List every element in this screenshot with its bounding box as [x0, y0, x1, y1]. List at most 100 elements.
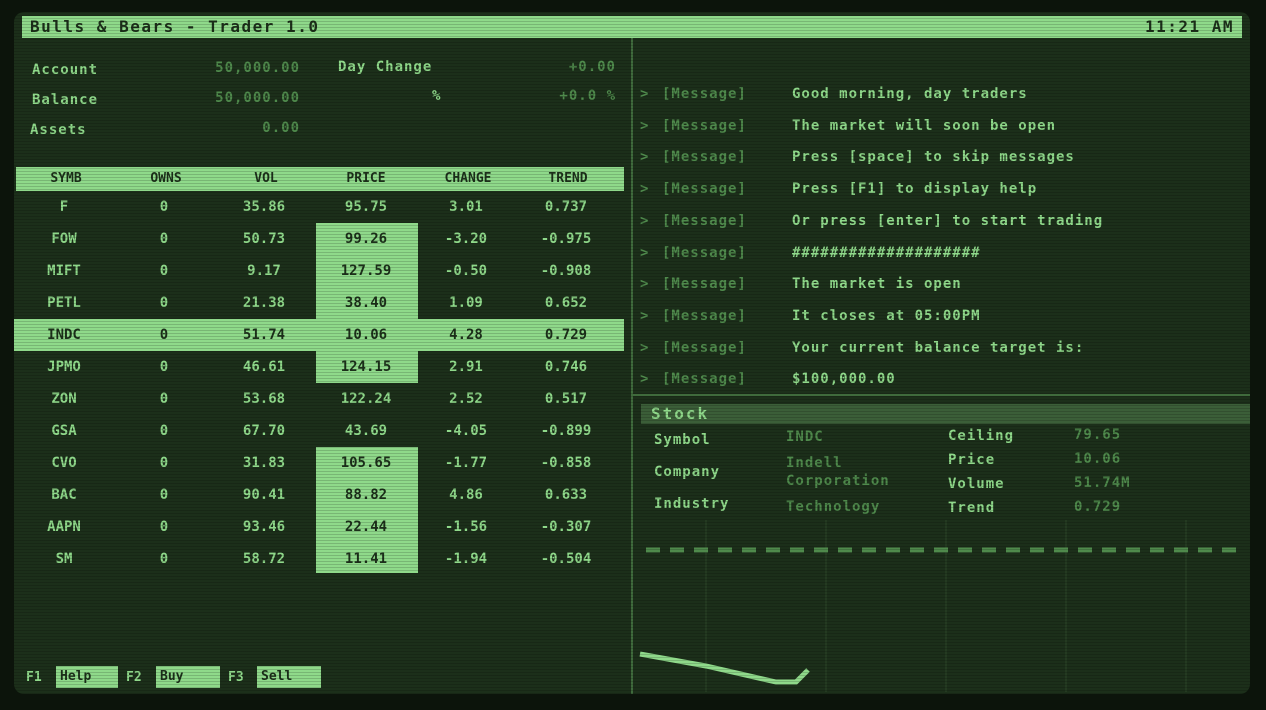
cell-price: 95.75 — [344, 199, 388, 215]
cell-vol: 53.68 — [242, 391, 286, 407]
cell-trend: -0.307 — [540, 519, 592, 535]
cell-trend: 0.517 — [544, 391, 588, 407]
cell-vol: 67.70 — [242, 423, 286, 439]
message-separator — [633, 394, 1250, 396]
cell-trend: 0.746 — [544, 359, 588, 375]
cell-symb: GSA — [51, 423, 77, 439]
cell-price: 105.65 — [340, 455, 392, 471]
cell-owns: 0 — [159, 231, 169, 247]
table-row[interactable]: INDC 0 51.74 10.06 4.28 0.729 — [14, 319, 624, 351]
message-line: > [Message] It closes at 05:00PM — [640, 301, 1240, 331]
col-price: PRICE — [346, 171, 386, 186]
cell-trend: 0.633 — [544, 487, 588, 503]
price-value: 10.06 — [1074, 451, 1122, 467]
table-row[interactable]: F 0 35.86 95.75 3.01 0.737 — [14, 191, 624, 223]
message-text: Press [F1] to display help — [792, 181, 1038, 198]
message-text: $100,000.00 — [792, 371, 896, 388]
trend-label: Trend — [948, 500, 996, 516]
title-bar: Bulls & Bears - Trader 1.0 11:21 AM — [22, 16, 1242, 38]
help-button[interactable]: Help — [56, 666, 118, 688]
message-tag: [Message] — [662, 149, 747, 166]
assets-value: 0.00 — [262, 120, 300, 136]
cell-change: -1.56 — [444, 519, 488, 535]
cell-symb: F — [59, 199, 69, 215]
table-row[interactable]: CVO 0 31.83 105.65 -1.77 -0.858 — [14, 447, 624, 479]
message-tag: [Message] — [662, 181, 747, 198]
col-vol: VOL — [254, 171, 278, 186]
account-value: 50,000.00 — [215, 60, 300, 76]
company-label: Company — [654, 464, 721, 480]
symbol-value: INDC — [786, 429, 824, 445]
cell-vol: 21.38 — [242, 295, 286, 311]
cell-owns: 0 — [159, 359, 169, 375]
day-change-value: +0.00 — [568, 59, 616, 75]
table-row[interactable]: PETL 0 21.38 38.40 1.09 0.652 — [14, 287, 624, 319]
table-row[interactable]: GSA 0 67.70 43.69 -4.05 -0.899 — [14, 415, 624, 447]
prompt-arrow-icon: > — [640, 212, 650, 229]
prompt-arrow-icon: > — [640, 149, 650, 166]
cell-price: 99.26 — [344, 231, 388, 247]
col-owns: OWNS — [150, 171, 182, 186]
buy-button[interactable]: Buy — [156, 666, 220, 688]
col-trend: TREND — [548, 171, 588, 186]
cell-price: 124.15 — [340, 359, 392, 375]
cell-trend: -0.504 — [540, 551, 592, 567]
message-line: > [Message] Press [space] to skip messages — [640, 142, 1240, 172]
price-line — [639, 651, 810, 685]
cell-symb: JPMO — [47, 359, 81, 375]
cell-vol: 9.17 — [247, 263, 281, 279]
balance-label: Balance — [32, 92, 99, 108]
cell-owns: 0 — [159, 199, 169, 215]
table-row[interactable]: JPMO 0 46.61 124.15 2.91 0.746 — [14, 351, 624, 383]
app-title: Bulls & Bears - Trader 1.0 — [30, 17, 320, 36]
balance-value: 50,000.00 — [215, 90, 300, 106]
cell-price: 10.06 — [344, 327, 388, 343]
message-line: > [Message] Press [F1] to display help — [640, 174, 1240, 204]
cell-change: -1.94 — [444, 551, 488, 567]
cell-owns: 0 — [159, 391, 169, 407]
prompt-arrow-icon: > — [640, 371, 650, 388]
cell-price: 22.44 — [344, 519, 388, 535]
prompt-arrow-icon: > — [640, 181, 650, 198]
cell-trend: -0.975 — [540, 231, 592, 247]
table-row[interactable]: BAC 0 90.41 88.82 4.86 0.633 — [14, 479, 624, 511]
table-row[interactable]: MIFT 0 9.17 127.59 -0.50 -0.908 — [14, 255, 624, 287]
cell-owns: 0 — [159, 487, 169, 503]
cell-change: 3.01 — [449, 199, 483, 215]
prompt-arrow-icon: > — [640, 117, 650, 134]
cell-owns: 0 — [159, 327, 169, 343]
cell-change: -0.50 — [444, 263, 488, 279]
prompt-arrow-icon: > — [640, 307, 650, 324]
company-value-line2: Corporation — [786, 473, 890, 489]
prompt-arrow-icon: > — [640, 276, 650, 293]
clock: 11:21 AM — [1144, 17, 1234, 36]
sell-button[interactable]: Sell — [257, 666, 321, 688]
table-row[interactable]: FOW 0 50.73 99.26 -3.20 -0.975 — [14, 223, 624, 255]
industry-label: Industry — [654, 496, 730, 512]
table-row[interactable]: ZON 0 53.68 122.24 2.52 0.517 — [14, 383, 624, 415]
col-symb: SYMB — [50, 171, 82, 186]
table-header: SYMB OWNS VOL PRICE CHANGE TREND — [16, 167, 624, 191]
table-row[interactable]: SM 0 58.72 11.41 -1.94 -0.504 — [14, 543, 624, 575]
cell-trend: -0.908 — [540, 263, 592, 279]
company-value-line1: Indell — [786, 455, 843, 471]
trend-value: 0.729 — [1074, 499, 1122, 515]
cell-price: 11.41 — [344, 551, 388, 567]
graph-gridlines — [705, 520, 1187, 692]
cell-price: 88.82 — [344, 487, 388, 503]
message-line: > [Message] The market is open — [640, 269, 1240, 299]
crt-screen: Bulls & Bears - Trader 1.0 11:21 AM Acco… — [14, 12, 1250, 694]
message-text: It closes at 05:00PM — [792, 307, 981, 324]
message-tag: [Message] — [662, 212, 747, 229]
message-line: > [Message] The market will soon be open — [640, 111, 1240, 141]
cell-symb: INDC — [47, 327, 81, 343]
message-text: The market is open — [792, 276, 962, 293]
cell-change: 2.52 — [449, 391, 483, 407]
prompt-arrow-icon: > — [640, 339, 650, 356]
cell-price: 127.59 — [340, 263, 392, 279]
table-row[interactable]: AAPN 0 93.46 22.44 -1.56 -0.307 — [14, 511, 624, 543]
cell-trend: -0.899 — [540, 423, 592, 439]
cell-vol: 50.73 — [242, 231, 286, 247]
message-text: Your current balance target is: — [792, 339, 1085, 356]
day-change-label: Day Change — [338, 59, 433, 75]
